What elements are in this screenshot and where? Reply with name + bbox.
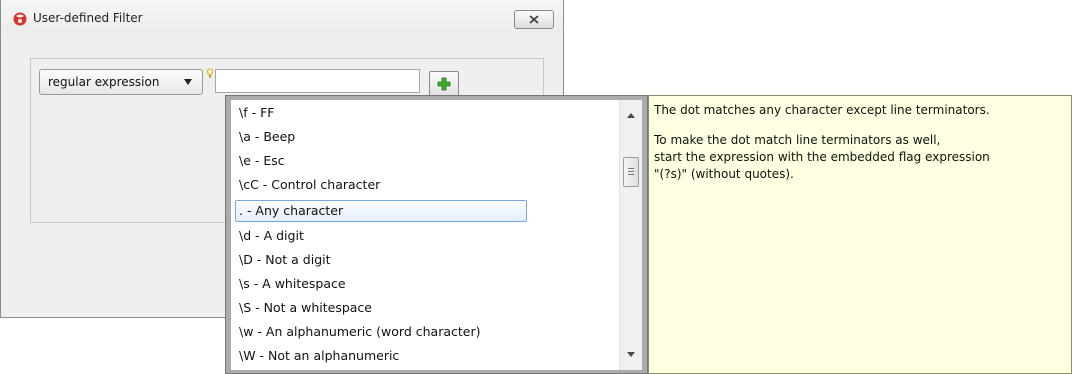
scroll-down-arrow-icon[interactable] [627,352,635,357]
tooltip-line: "(?s)" (without quotes). [654,167,794,181]
thumb-grip [628,171,634,172]
tooltip-line: The dot matches any character except lin… [654,103,990,117]
filter-type-select[interactable]: regular expression [39,69,203,95]
list-item[interactable]: \s - A whitespace [231,273,525,295]
list-item[interactable]: \a - Beep [231,126,525,148]
thumb-grip [628,168,634,169]
close-icon [529,15,539,24]
list-item[interactable]: \d - A digit [231,225,525,247]
scrollbar-thumb[interactable] [623,157,639,187]
autocomplete-list[interactable]: \f - FF \a - Beep \e - Esc \cC - Control… [231,100,619,370]
dialog-title: User-defined Filter [33,11,143,25]
filter-type-value: regular expression [48,75,160,89]
app-logo-icon [13,12,27,26]
dropdown-arrow-icon [184,79,192,85]
list-item[interactable]: \W - Not an alphanumeric [231,345,525,367]
list-item[interactable]: \cC - Control character [231,174,525,196]
list-item-selected[interactable]: . - Any character [235,200,527,222]
list-item[interactable]: \S - Not a whitespace [231,297,525,319]
title-bar[interactable]: User-defined Filter [1,0,563,34]
list-item[interactable]: \e - Esc [231,150,525,172]
add-condition-button[interactable] [429,71,459,97]
list-item[interactable]: \D - Not a digit [231,249,525,271]
tooltip-line: start the expression with the embedded f… [654,150,990,164]
list-scrollbar[interactable] [619,100,642,370]
expression-input[interactable] [215,69,420,93]
plus-icon [437,77,451,91]
list-item[interactable]: \f - FF [231,102,525,124]
lightbulb-hint-icon [206,68,214,78]
thumb-grip [628,174,634,175]
scroll-up-arrow-icon[interactable] [627,113,635,118]
tooltip-line: To make the dot match line terminators a… [654,133,941,147]
list-item[interactable]: \w - An alphanumeric (word character) [231,321,525,343]
close-button[interactable] [514,10,554,29]
help-tooltip: The dot matches any character except lin… [648,95,1072,374]
